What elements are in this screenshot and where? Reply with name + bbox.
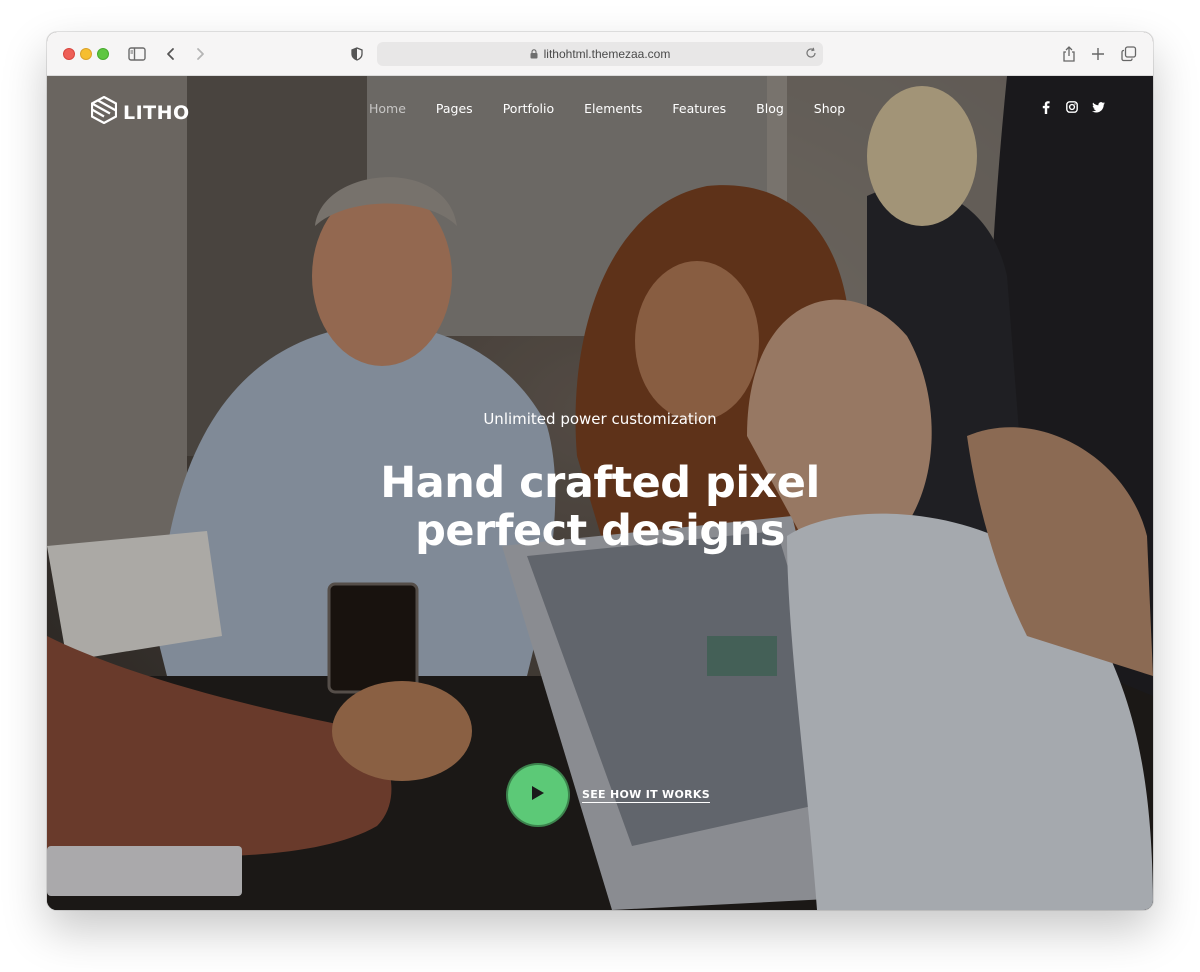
new-tab-icon[interactable]	[1088, 44, 1108, 64]
hero-subtitle: Unlimited power customization	[483, 410, 717, 428]
site-logo[interactable]: LITHO	[90, 95, 190, 129]
address-bar[interactable]: lithohtml.themezaa.com	[377, 42, 823, 66]
minimize-window-button[interactable]	[80, 48, 92, 60]
logo-text: LITHO	[123, 101, 190, 124]
nav-item-features[interactable]: Features	[672, 101, 726, 116]
see-how-it-works-link[interactable]: SEE HOW IT WORKS	[582, 788, 710, 803]
nav-item-portfolio[interactable]: Portfolio	[503, 101, 554, 116]
lock-icon	[530, 49, 538, 59]
play-icon	[531, 785, 545, 806]
play-video-button[interactable]	[506, 763, 570, 827]
main-navigation: Home Pages Portfolio Elements Features B…	[369, 101, 875, 116]
reload-icon[interactable]	[805, 47, 817, 59]
maximize-window-button[interactable]	[97, 48, 109, 60]
share-icon[interactable]	[1059, 44, 1079, 64]
twitter-icon[interactable]	[1091, 100, 1105, 114]
logo-cube-icon	[90, 95, 118, 129]
nav-item-blog[interactable]: Blog	[756, 101, 784, 116]
close-window-button[interactable]	[63, 48, 75, 60]
hero-section: LITHO Home Pages Portfolio Elements Feat…	[47, 76, 1153, 910]
hero-headline: Hand crafted pixel perfect designs	[47, 459, 1153, 555]
tabs-icon[interactable]	[1119, 44, 1139, 64]
instagram-icon[interactable]	[1065, 100, 1079, 114]
nav-item-pages[interactable]: Pages	[436, 101, 473, 116]
back-icon[interactable]	[161, 44, 181, 64]
headline-line-2: perfect designs	[415, 506, 785, 556]
facebook-icon[interactable]	[1039, 100, 1053, 114]
video-cta: SEE HOW IT WORKS	[506, 763, 710, 827]
shield-icon[interactable]	[347, 44, 367, 64]
sidebar-icon[interactable]	[127, 44, 147, 64]
headline-line-1: Hand crafted pixel	[380, 458, 820, 508]
nav-item-elements[interactable]: Elements	[584, 101, 642, 116]
social-links	[1039, 100, 1105, 114]
browser-toolbar: lithohtml.themezaa.com	[47, 32, 1153, 76]
forward-icon[interactable]	[190, 44, 210, 64]
nav-item-shop[interactable]: Shop	[814, 101, 845, 116]
browser-window: lithohtml.themezaa.com LITHO Home Pages …	[47, 32, 1153, 910]
nav-item-home[interactable]: Home	[369, 101, 406, 116]
url-text: lithohtml.themezaa.com	[543, 47, 671, 61]
